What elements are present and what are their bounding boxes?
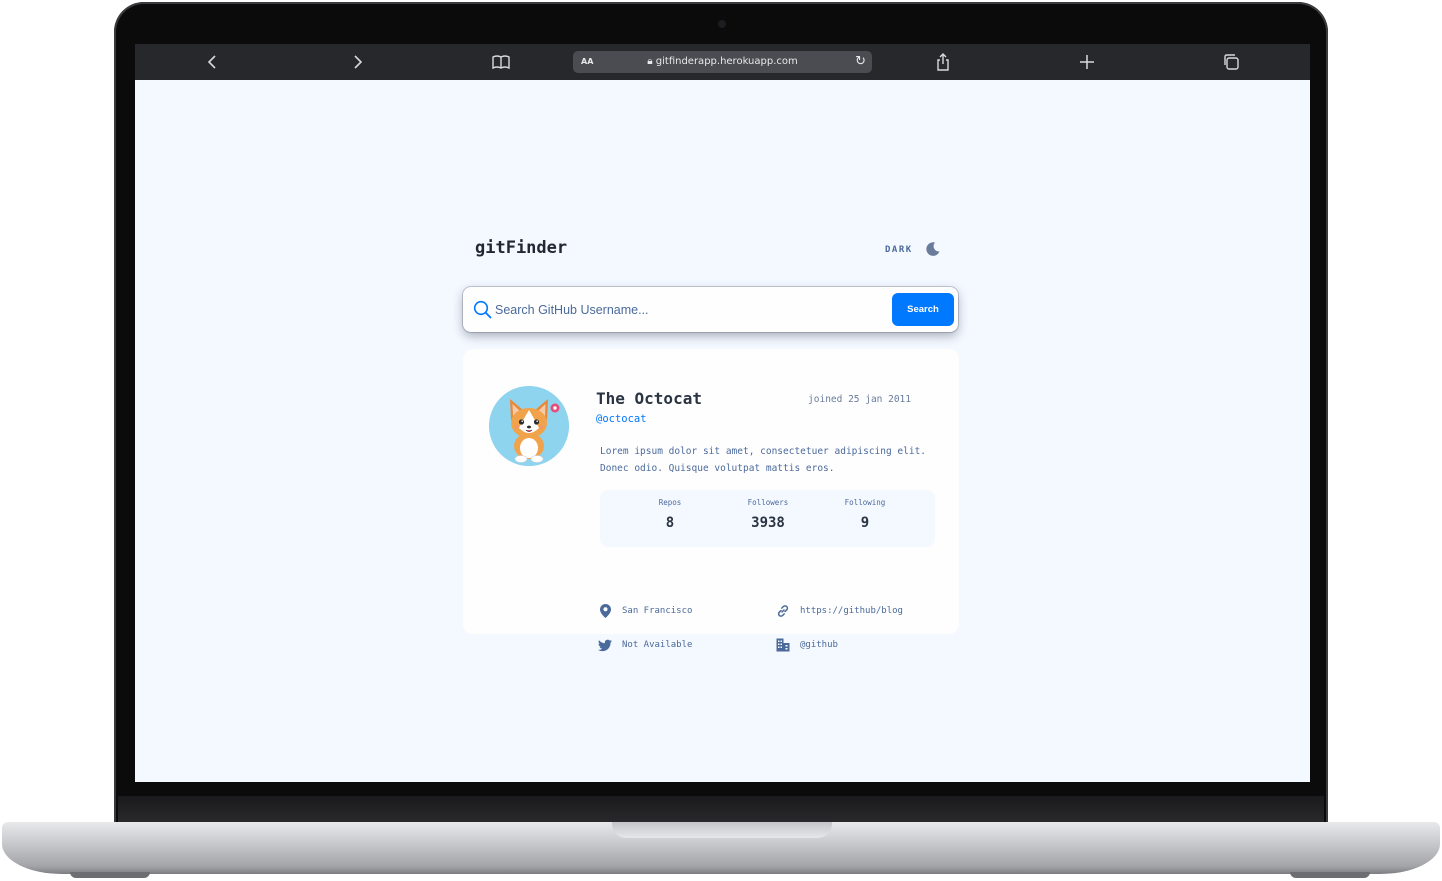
- stat-followers: Followers 3938: [728, 498, 808, 531]
- stat-following-label: Following: [844, 498, 886, 507]
- lock-icon: 🔒︎: [647, 56, 653, 67]
- stat-repos-label: Repos: [658, 498, 682, 507]
- search-box: Search: [463, 287, 958, 332]
- share-icon[interactable]: [933, 52, 953, 72]
- stat-followers-value: 3938: [751, 515, 785, 531]
- stat-following: Following 9: [825, 498, 905, 531]
- stat-following-value: 9: [860, 515, 870, 531]
- profile-name: The Octocat: [596, 389, 702, 408]
- laptop-chin: [118, 796, 1324, 824]
- theme-toggle[interactable]: DARK: [885, 240, 941, 260]
- joined-date: joined 25 jan 2011: [808, 394, 911, 405]
- screen: AA 🔒︎ gitfinderapp.herokuapp.com ↻ gitFi…: [135, 44, 1310, 782]
- company-text[interactable]: @github: [800, 640, 838, 650]
- location-pin-icon: [598, 604, 612, 618]
- address-bar[interactable]: AA 🔒︎ gitfinderapp.herokuapp.com ↻: [573, 51, 872, 73]
- camera-icon: [718, 20, 726, 28]
- back-icon[interactable]: [203, 52, 223, 72]
- search-input[interactable]: [493, 298, 877, 322]
- location-text: San Francisco: [622, 606, 693, 616]
- stat-followers-label: Followers: [747, 498, 789, 507]
- search-icon: [473, 300, 492, 323]
- tabs-icon[interactable]: [1221, 52, 1241, 72]
- app-title: gitFinder: [475, 238, 568, 258]
- stats-panel: Repos 8 Followers 3938 Following 9: [600, 490, 935, 547]
- url-label: gitfinderapp.herokuapp.com: [655, 56, 798, 67]
- moon-icon: [925, 241, 941, 260]
- stat-repos-value: 8: [665, 515, 675, 531]
- search-button[interactable]: Search: [892, 293, 954, 326]
- twitter-icon: [598, 638, 612, 652]
- profile-card: The Octocat joined 25 jan 2011 @octocat …: [463, 349, 959, 652]
- blog-link[interactable]: https://github/blog: [800, 606, 903, 616]
- location-item: San Francisco: [598, 604, 692, 618]
- forward-icon[interactable]: [347, 52, 367, 72]
- reload-icon[interactable]: ↻: [855, 51, 866, 73]
- link-icon: [776, 604, 790, 618]
- stat-repos: Repos 8: [630, 498, 710, 531]
- theme-toggle-label: DARK: [885, 245, 913, 255]
- corgi-avatar-icon: [489, 386, 569, 466]
- twitter-text: Not Available: [622, 640, 693, 650]
- company-building-icon: [776, 638, 790, 652]
- twitter-item: Not Available: [598, 638, 692, 652]
- blog-item[interactable]: https://github/blog: [776, 604, 903, 618]
- browser-toolbar: AA 🔒︎ gitfinderapp.herokuapp.com ↻: [135, 44, 1310, 80]
- laptop-foot-right: [1290, 872, 1370, 878]
- bookmarks-icon[interactable]: [491, 52, 511, 72]
- profile-bio: Lorem ipsum dolor sit amet, consectetuer…: [600, 446, 927, 474]
- company-item[interactable]: @github: [776, 638, 838, 652]
- profile-login[interactable]: @octocat: [596, 413, 647, 425]
- avatar: [489, 386, 569, 466]
- url-text: 🔒︎ gitfinderapp.herokuapp.com: [573, 51, 872, 73]
- new-tab-icon[interactable]: [1077, 52, 1097, 72]
- laptop-notch: [612, 822, 832, 838]
- laptop-foot-left: [70, 872, 150, 878]
